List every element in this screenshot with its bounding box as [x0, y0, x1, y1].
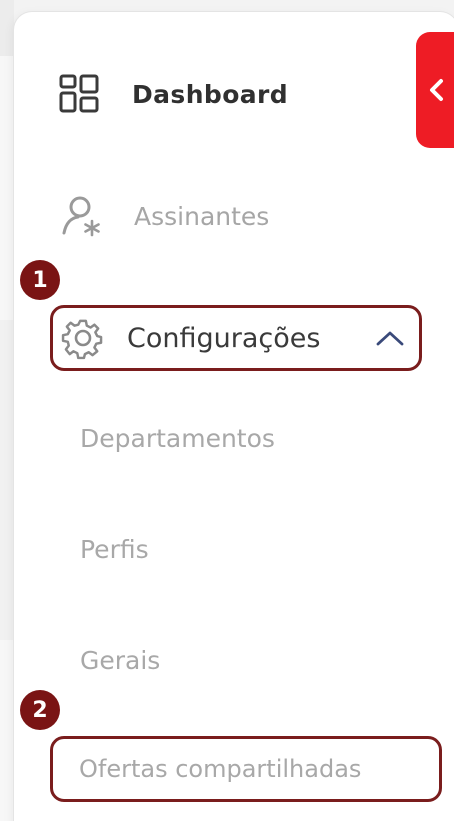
background-panel	[0, 320, 14, 640]
submenu-item-label: Ofertas compartilhadas	[79, 755, 362, 783]
gear-icon	[61, 319, 103, 360]
chevron-left-icon	[430, 79, 443, 101]
dashboard-grid-icon	[59, 74, 99, 113]
sidebar-item-label: Dashboard	[132, 79, 289, 109]
sidebar-item-label: Configurações	[127, 322, 321, 354]
background-panel	[0, 0, 14, 56]
background-panel	[0, 640, 14, 821]
submenu-item-departamentos[interactable]: Departamentos	[80, 424, 275, 453]
chevron-up-icon[interactable]	[375, 328, 405, 348]
page: Dashboard Assinantes Configurações Depar…	[0, 0, 454, 821]
sidebar-item-label: Assinantes	[134, 201, 270, 231]
sidebar-item-assinantes[interactable]: Assinantes	[58, 188, 269, 244]
sidebar-collapse-button[interactable]	[416, 32, 454, 148]
step-badge-2: 2	[20, 690, 60, 730]
sidebar	[14, 12, 454, 821]
submenu-item-perfis[interactable]: Perfis	[80, 535, 149, 564]
step-badge-1: 1	[20, 260, 60, 300]
submenu-item-gerais[interactable]: Gerais	[80, 646, 160, 675]
user-star-icon	[62, 196, 100, 237]
sidebar-item-dashboard[interactable]: Dashboard	[58, 66, 288, 122]
background-panel	[0, 56, 14, 320]
sidebar-item-configuracoes[interactable]: Configurações	[50, 305, 422, 371]
submenu-item-ofertas-compartilhadas[interactable]: Ofertas compartilhadas	[50, 736, 442, 802]
